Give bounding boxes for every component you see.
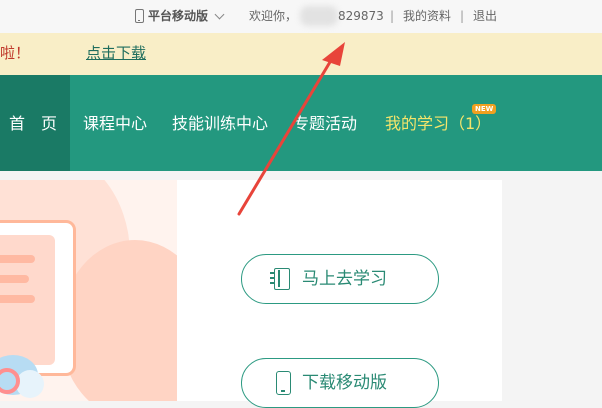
main-nav: 首 页 课程中心 技能训练中心 专题活动 我的学习（1） NEW bbox=[0, 75, 602, 171]
top-bar: 平台移动版 欢迎你， 829873 | 我的资料 | 退出 bbox=[0, 0, 602, 33]
chevron-down-icon bbox=[214, 9, 225, 20]
download-link[interactable]: 点击下载 bbox=[86, 44, 146, 62]
start-learning-button[interactable]: 马上去学习 bbox=[241, 254, 439, 304]
hero-device-screen bbox=[0, 235, 55, 365]
hero-line bbox=[0, 255, 35, 263]
nav-item-home-label: 首 页 bbox=[9, 114, 58, 133]
logout-link[interactable]: 退出 bbox=[473, 8, 497, 24]
main-content: 马上去学习 下载移动版 bbox=[0, 180, 502, 408]
phone-icon bbox=[276, 371, 291, 395]
welcome-text: 欢迎你， bbox=[249, 9, 298, 23]
mobile-version-menu[interactable]: 平台移动版 bbox=[135, 8, 225, 24]
download-mobile-label: 下载移动版 bbox=[302, 373, 387, 393]
start-learning-label: 马上去学习 bbox=[302, 269, 387, 289]
nav-item-my-learning[interactable]: 我的学习（1） bbox=[385, 114, 491, 134]
mobile-version-label: 平台移动版 bbox=[148, 9, 209, 23]
nav-item-skill-training[interactable]: 技能训练中心 bbox=[172, 114, 268, 134]
hero-illustration bbox=[0, 180, 177, 401]
hero-device-card bbox=[0, 220, 76, 376]
hero-line bbox=[0, 295, 35, 303]
separator: | bbox=[390, 9, 395, 23]
notebook-icon bbox=[270, 268, 290, 290]
hero-line bbox=[0, 275, 29, 283]
user-id: 829873 bbox=[338, 9, 384, 23]
redacted-username bbox=[300, 6, 338, 26]
my-profile-link[interactable]: 我的资料 bbox=[403, 8, 451, 24]
nav-item-course-center[interactable]: 课程中心 bbox=[83, 114, 147, 134]
separator: | bbox=[460, 9, 465, 23]
notice-text: 啦！ bbox=[0, 44, 31, 62]
nav-item-topic-activities[interactable]: 专题活动 bbox=[293, 114, 357, 134]
new-badge: NEW bbox=[472, 104, 497, 114]
download-notice-banner: 啦！ 点击下载 bbox=[0, 33, 602, 75]
phone-icon bbox=[135, 9, 144, 23]
cloud-shape bbox=[16, 370, 44, 398]
nav-item-home[interactable]: 首 页 bbox=[0, 75, 70, 171]
